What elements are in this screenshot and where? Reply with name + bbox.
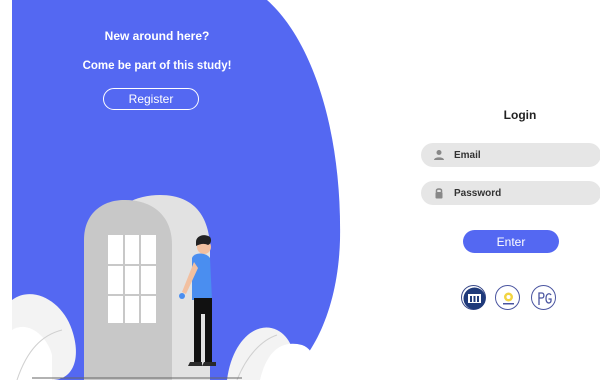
- password-input[interactable]: [454, 187, 584, 199]
- door-illustration: [12, 0, 341, 380]
- pg-logo: [531, 285, 556, 310]
- enter-button[interactable]: Enter: [463, 230, 559, 253]
- login-title: Login: [503, 108, 537, 122]
- user-icon: [432, 148, 446, 162]
- email-field[interactable]: [421, 143, 600, 167]
- password-field[interactable]: [421, 181, 600, 205]
- lock-icon: [432, 186, 446, 200]
- email-input[interactable]: [454, 149, 584, 161]
- institute-logo: [495, 285, 520, 310]
- welcome-subheading: Come be part of this study!: [82, 60, 232, 72]
- university-logo: [461, 285, 486, 310]
- promo-panel: New around here? Come be part of this st…: [12, 0, 342, 380]
- welcome-heading: New around here?: [104, 29, 210, 43]
- register-button[interactable]: Register: [103, 88, 199, 110]
